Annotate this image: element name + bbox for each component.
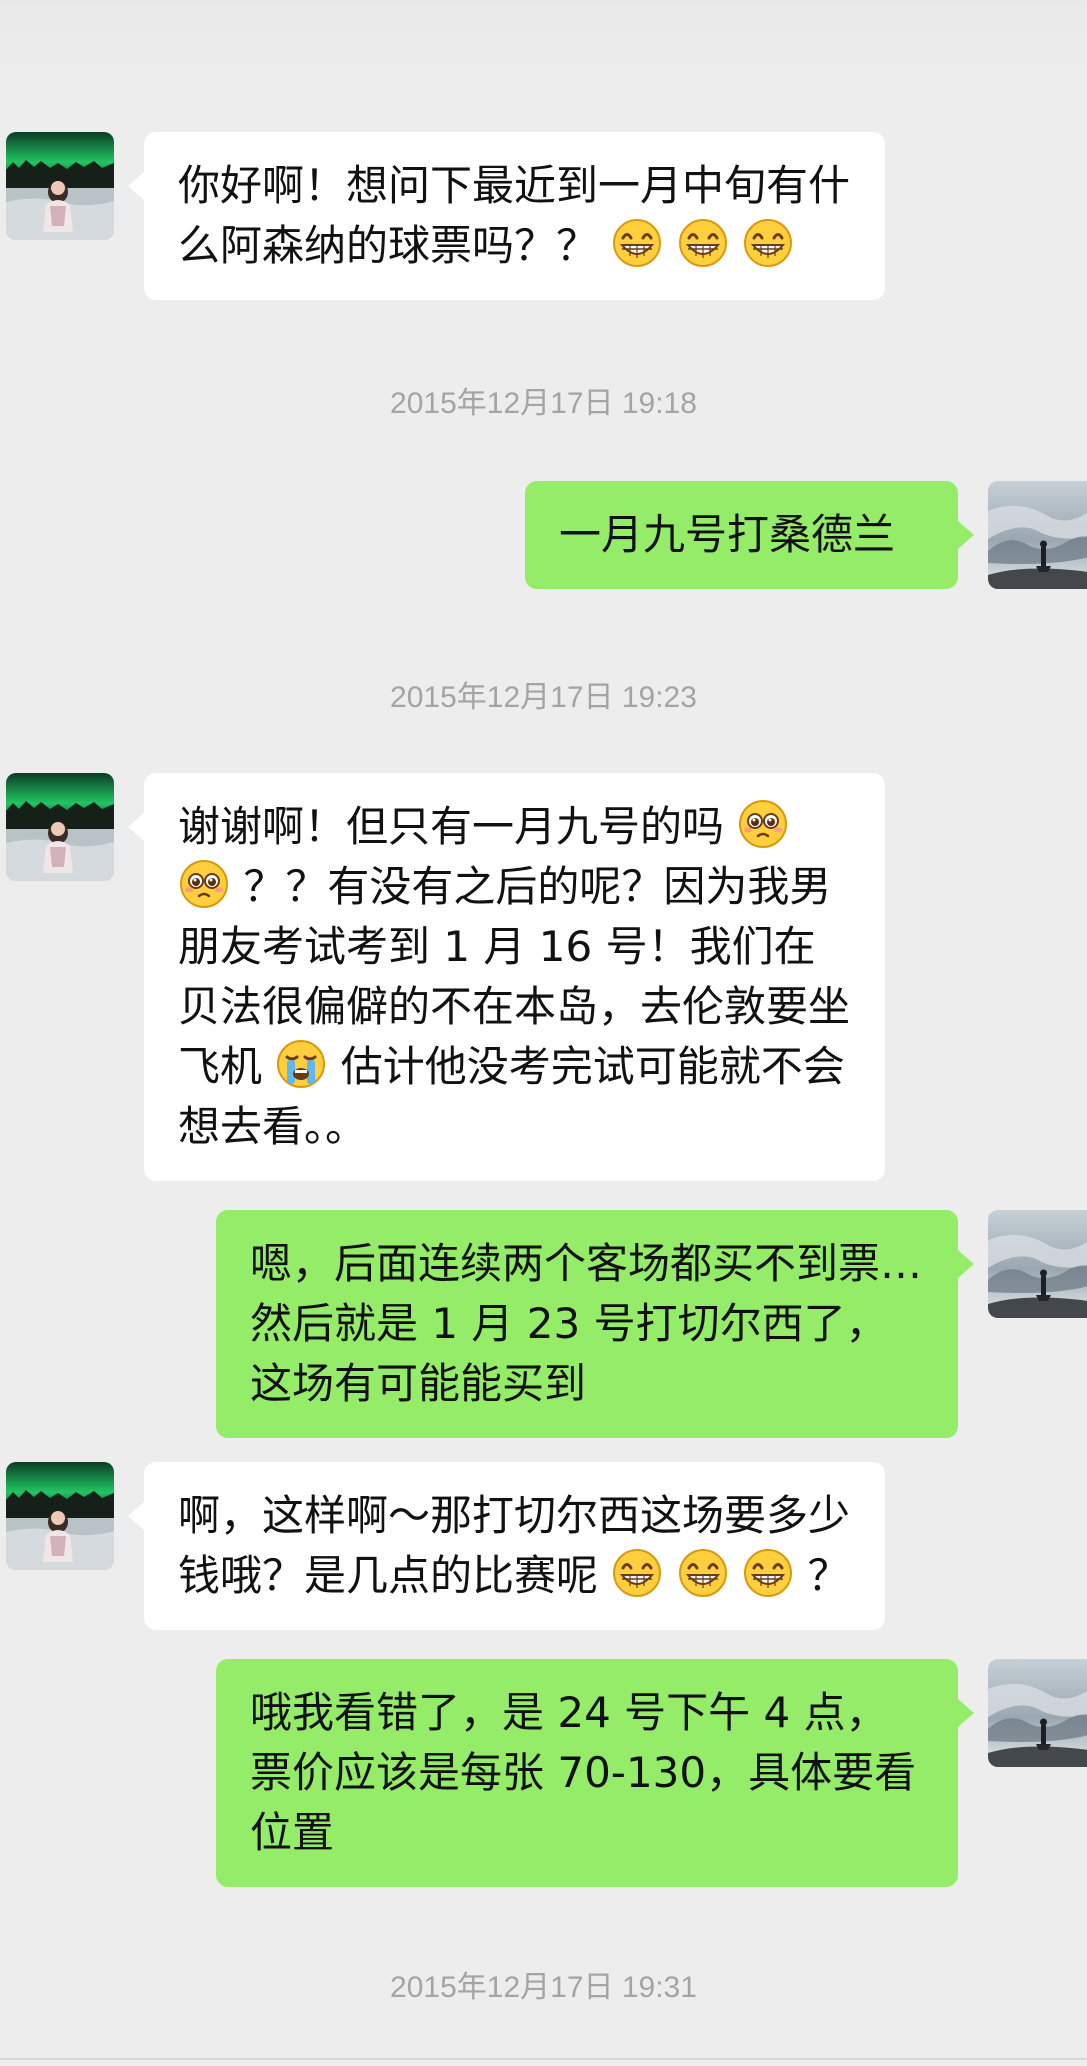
message-timestamp: 2015年12月17日 19:31 bbox=[390, 1971, 697, 2004]
contact-avatar[interactable] bbox=[6, 1462, 114, 1570]
message-bubble-outgoing[interactable]: 嗯，后面连续两个客场都买不到票…然后就是 1 月 23 号打切尔西了，这场有可能… bbox=[216, 1210, 974, 1438]
message-text-end: ？ bbox=[807, 1551, 850, 1600]
contact-avatar-image bbox=[6, 773, 114, 881]
my-avatar-image bbox=[988, 1210, 1087, 1318]
message-bubble-outgoing[interactable]: 一月九号打桑德兰 bbox=[525, 481, 974, 589]
grin-emoji bbox=[678, 1548, 728, 1598]
contact-avatar-image bbox=[6, 132, 114, 240]
my-avatar-image bbox=[988, 1659, 1087, 1767]
grin-emoji bbox=[743, 1548, 793, 1598]
my-avatar[interactable] bbox=[988, 1659, 1087, 1767]
grin-emoji bbox=[743, 218, 793, 268]
pleading-emoji bbox=[738, 799, 788, 849]
contact-avatar[interactable] bbox=[6, 132, 114, 240]
message-text: 一月九号打桑德兰 bbox=[559, 510, 896, 559]
message-text: 嗯，后面连续两个客场都买不到票…然后就是 1 月 23 号打切尔西了，这场有可能… bbox=[250, 1239, 923, 1408]
message-bubble-outgoing[interactable]: 哦我看错了，是 24 号下午 4 点，票价应该是每张 70-130，具体要看位置 bbox=[216, 1659, 974, 1887]
my-avatar[interactable] bbox=[988, 1210, 1087, 1318]
crying-emoji bbox=[276, 1039, 326, 1089]
grin-emoji bbox=[612, 1548, 662, 1598]
grin-emoji bbox=[678, 218, 728, 268]
message-timestamp: 2015年12月17日 19:18 bbox=[390, 387, 697, 420]
top-fade bbox=[0, 0, 1087, 72]
my-avatar-image bbox=[988, 481, 1087, 589]
grin-emoji bbox=[612, 218, 662, 268]
pleading-emoji bbox=[179, 859, 229, 909]
contact-avatar[interactable] bbox=[6, 773, 114, 881]
message-bubble-incoming[interactable]: 你好啊！想问下最近到一月中旬有什么阿森纳的球票吗？？ bbox=[128, 132, 885, 300]
message-bubble-incoming[interactable]: 谢谢啊！但只有一月九号的吗 ？？有没有之后的呢？因为我男朋友考试考到 1 月 1… bbox=[128, 773, 885, 1181]
contact-avatar-image bbox=[6, 1462, 114, 1570]
bottom-divider bbox=[0, 2058, 1087, 2060]
my-avatar[interactable] bbox=[988, 481, 1087, 589]
message-text-part-1: 谢谢啊！但只有一月九号的吗 bbox=[178, 802, 725, 851]
message-timestamp: 2015年12月17日 19:23 bbox=[390, 681, 697, 714]
message-text: 哦我看错了，是 24 号下午 4 点，票价应该是每张 70-130，具体要看位置 bbox=[250, 1688, 917, 1857]
message-bubble-incoming[interactable]: 啊，这样啊～那打切尔西这场要多少钱哦？是几点的比赛呢 ？ bbox=[128, 1462, 885, 1630]
